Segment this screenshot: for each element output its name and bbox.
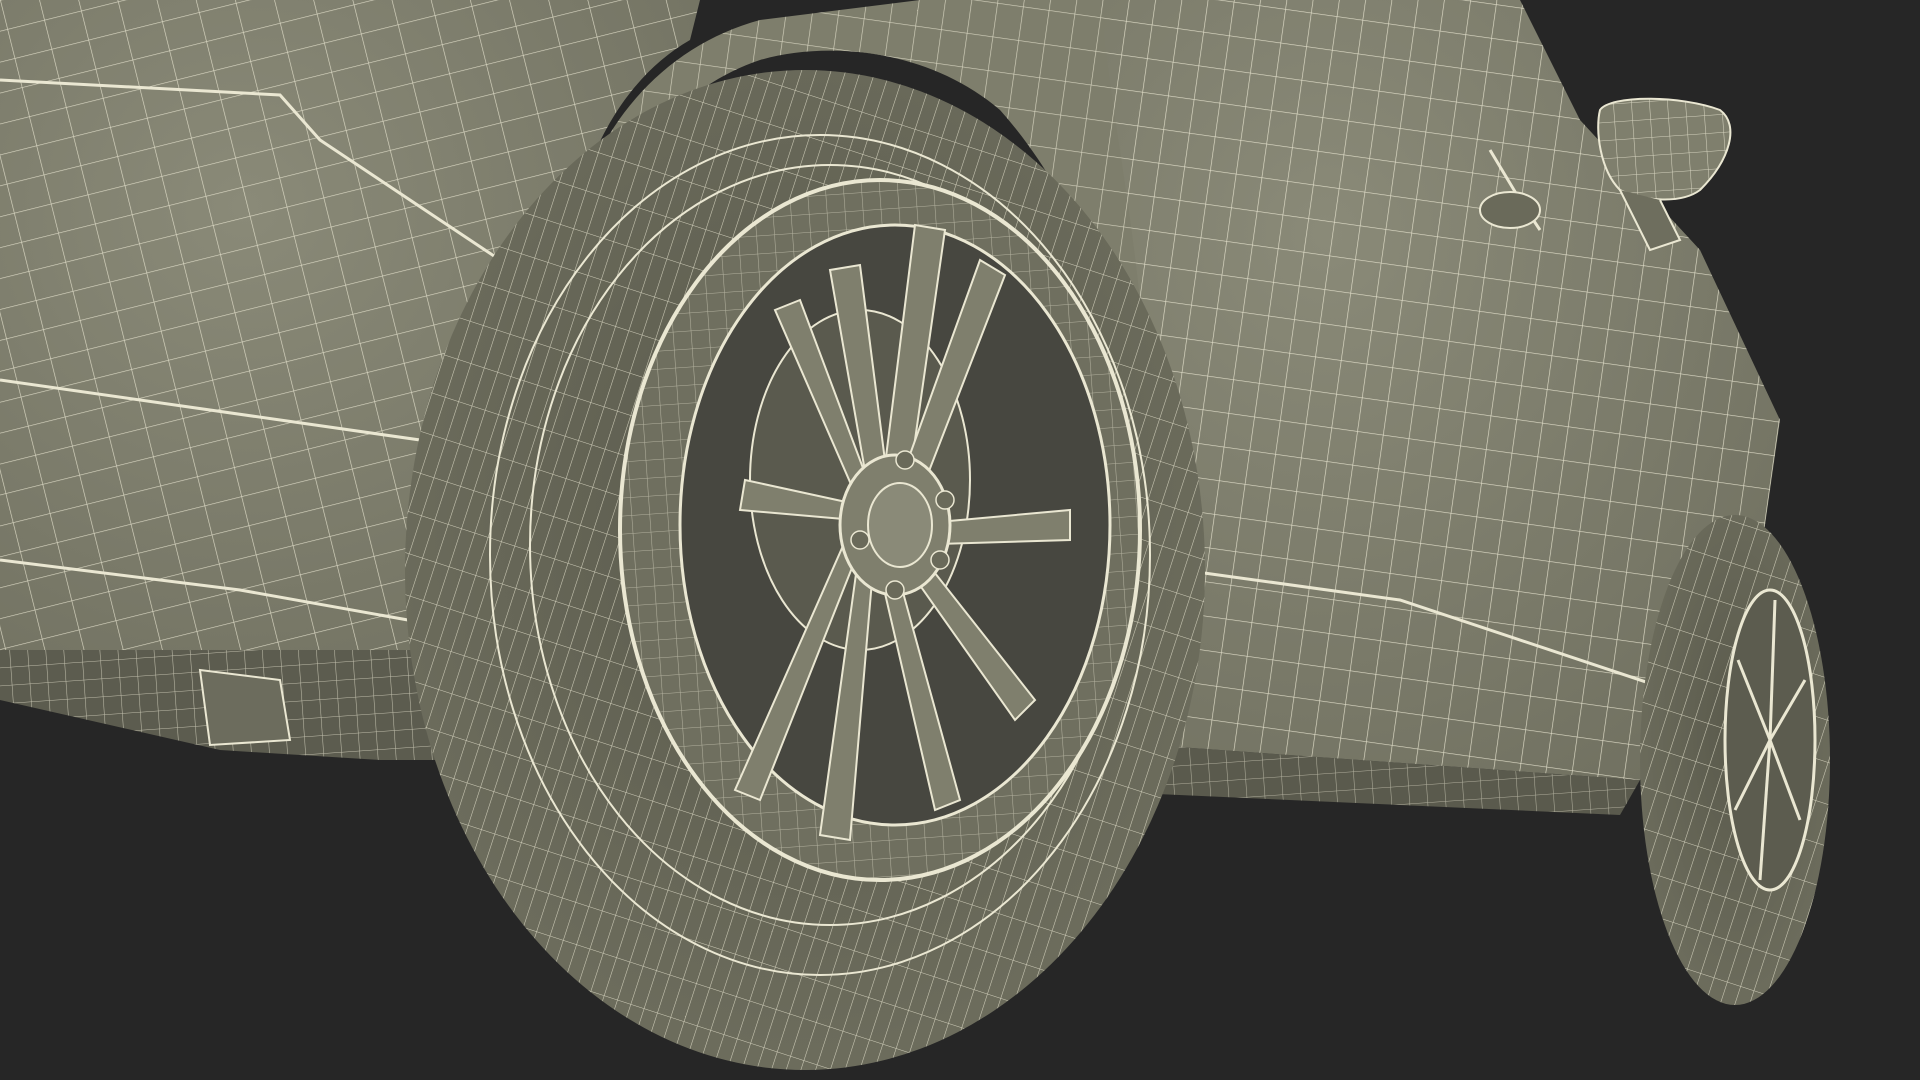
car-wireframe-render <box>0 0 1920 1080</box>
3d-viewport[interactable] <box>0 0 1920 1080</box>
front-wheel <box>1640 515 1830 1005</box>
rear-rim <box>618 178 1142 882</box>
